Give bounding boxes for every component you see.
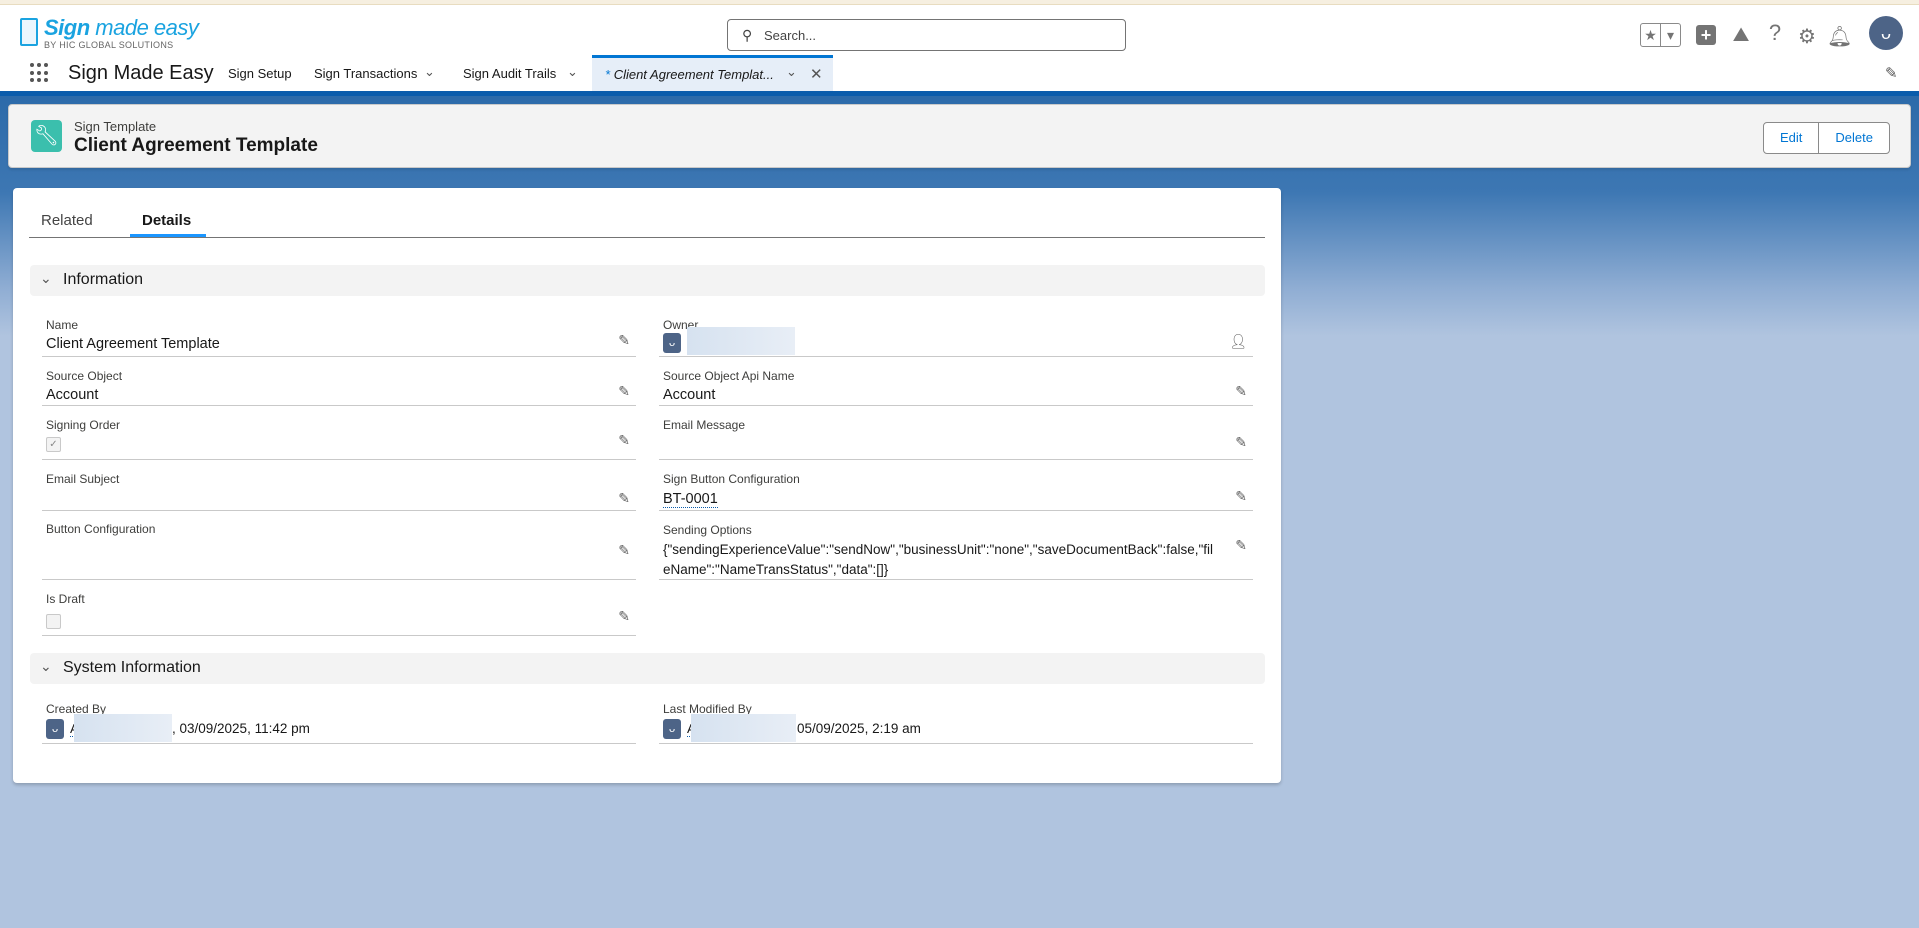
field-label: Name [46,318,79,332]
field-value: Account [46,387,99,403]
active-tab-indicator [130,234,206,237]
page-title: Client Agreement Template [74,135,318,156]
chevron-down-icon[interactable]: ⌄ [40,658,52,675]
field-source-object: Source Object Account ✎ [42,369,636,406]
pencil-icon[interactable]: ✎ [618,332,630,349]
field-label: Is Draft [46,592,85,606]
record-type: Sign Template [74,119,157,134]
search-icon: ⚲ [742,27,753,43]
gear-icon[interactable]: ⚙ [1795,24,1819,49]
nav-tab-client-agreement-template[interactable]: * Client Agreement Templat... ⌄ ✕ [592,55,833,91]
field-label: Email Message [663,418,746,432]
delete-button[interactable]: Delete [1819,123,1889,153]
nav-tab-sign-audit-trails[interactable]: Sign Audit Trails [463,66,556,81]
wrench-icon: 🔧︎ [31,120,62,152]
change-owner-icon[interactable]: 👤︎ [1229,333,1247,350]
unsaved-marker: * [605,67,611,82]
sending-options-line-2: eName":"NameTransStatus","data":[]} [663,562,889,577]
pencil-icon[interactable]: ✎ [618,383,630,400]
pencil-icon[interactable]: ✎ [618,432,630,449]
edit-nav-pencil-icon[interactable]: ✎ [1885,64,1898,82]
field-label: Sending Options [663,523,752,537]
field-signing-order: Signing Order ✓ ✎ [42,418,636,460]
field-button-configuration: Button Configuration ✎ [42,522,636,580]
field-label: Source Object Api Name [663,369,795,383]
field-email-message: Email Message ✎ [659,418,1253,460]
field-label: Signing Order [46,418,121,432]
pencil-icon[interactable]: ✎ [1235,434,1247,451]
field-created-by: Created By ᴗ A , 03/09/2025, 11:42 pm [42,702,636,744]
nav-tab-sign-setup[interactable]: Sign Setup [228,66,292,81]
field-value: Account [663,387,716,403]
modified-date: 05/09/2025, 2:19 am [797,721,921,736]
record-header: 🔧︎ Sign Template Client Agreement Templa… [8,104,1911,168]
star-icon[interactable]: ★ [1641,24,1661,46]
pencil-icon[interactable]: ✎ [1235,383,1247,400]
redacted-modifier-name [691,714,796,742]
favorites-button[interactable]: ★ ▾ [1640,23,1681,47]
nav-bar: Sign Made Easy Sign Setup Sign Transacti… [0,55,1919,96]
tab-label: Client Agreement Templat... [613,67,774,82]
section-title: System Information [63,659,201,676]
redacted-creator-name [74,714,172,742]
user-avatar[interactable]: ᴗ [1869,16,1903,50]
search-placeholder: Search... [764,28,817,43]
search-input[interactable]: ⚲ Search... [727,19,1126,51]
field-name: Name Client Agreement Template ✎ [42,318,636,357]
help-icon[interactable]: ? [1763,20,1787,46]
close-icon[interactable]: ✕ [810,65,823,83]
signing-order-checkbox-checked: ✓ [46,437,61,452]
creator-avatar: ᴗ [46,719,64,739]
field-value: Client Agreement Template [46,336,220,352]
sending-options-line-1: {"sendingExperienceValue":"sendNow","bus… [663,542,1214,557]
tab-divider [29,237,1265,238]
field-is-draft: Is Draft ✎ [42,592,636,636]
field-email-subject: Email Subject ✎ [42,472,636,511]
nav-tab-sign-transactions[interactable]: Sign Transactions [314,66,417,81]
pencil-icon[interactable]: ✎ [1235,488,1247,505]
logo-document-icon [20,18,38,46]
redacted-owner-name[interactable] [687,327,795,355]
tab-details[interactable]: Details [142,212,191,229]
section-information[interactable]: ⌄ Information [30,265,1265,296]
field-label: Sign Button Configuration [663,472,800,486]
pencil-icon[interactable]: ✎ [618,608,630,625]
tab-related[interactable]: Related [41,212,93,229]
add-icon[interactable]: + [1694,24,1718,47]
field-value: {"sendingExperienceValue":"sendNow","bus… [663,540,1213,580]
app-launcher-icon[interactable] [30,63,50,83]
chevron-down-icon[interactable]: ⌄ [424,64,435,80]
record-actions: Edit Delete [1763,122,1890,154]
field-label: Button Configuration [46,522,156,536]
pencil-icon[interactable]: ✎ [618,490,630,507]
field-owner: Owner ᴗ 👤︎ [659,318,1253,357]
sign-button-configuration-link[interactable]: BT-0001 [663,491,718,508]
section-title: Information [63,271,144,288]
global-header: Sign made easy BY HIC GLOBAL SOLUTIONS ⚲… [0,5,1919,55]
created-date: , 03/09/2025, 11:42 pm [172,721,310,736]
chevron-down-icon[interactable]: ⌄ [40,270,52,287]
chevron-down-icon[interactable]: ⌄ [786,64,797,80]
owner-avatar: ᴗ [663,333,681,353]
field-sign-button-configuration: Sign Button Configuration BT-0001 ✎ [659,472,1253,511]
trailhead-icon[interactable]: ⛰ [1729,24,1753,47]
logo[interactable]: Sign made easy [44,15,199,41]
bell-icon[interactable]: 🔔︎ [1827,24,1852,49]
field-label: Email Subject [46,472,120,486]
edit-button[interactable]: Edit [1764,123,1820,153]
chevron-down-icon[interactable]: ⌄ [567,64,578,80]
pencil-icon[interactable]: ✎ [1235,537,1247,554]
caret-down-icon[interactable]: ▾ [1661,24,1680,46]
section-system-information[interactable]: ⌄ System Information [30,653,1265,684]
field-last-modified-by: Last Modified By ᴗ A 05/09/2025, 2:19 am [659,702,1253,744]
is-draft-checkbox-unchecked [46,614,61,629]
app-name: Sign Made Easy [68,62,214,84]
field-source-object-api-name: Source Object Api Name Account ✎ [659,369,1253,406]
pencil-icon[interactable]: ✎ [618,542,630,559]
details-card: Related Details ⌄ Information Name Clien… [13,188,1281,783]
modifier-avatar: ᴗ [663,719,681,739]
field-sending-options: Sending Options {"sendingExperienceValue… [659,523,1253,580]
logo-subtitle: BY HIC GLOBAL SOLUTIONS [44,40,174,50]
field-label: Source Object [46,369,123,383]
